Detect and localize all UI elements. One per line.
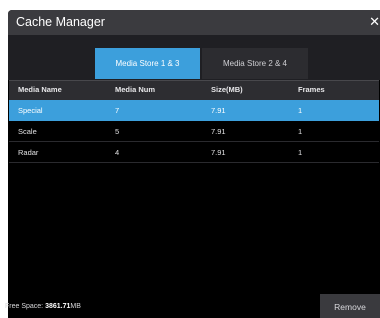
- cell-media-name: Scale: [18, 127, 37, 136]
- media-table: Media Name Media Num Size(MB) Frames Spe…: [9, 80, 379, 294]
- cell-size: 7.91: [211, 106, 226, 115]
- dialog-title: Cache Manager: [16, 15, 105, 29]
- cell-media-name: Radar: [18, 148, 39, 157]
- cell-media-num: 4: [115, 148, 120, 157]
- cell-media-num: 7: [115, 106, 120, 115]
- free-space-readout: Free Space: 3861.71MB: [5, 303, 81, 310]
- table-header: Media Name Media Num Size(MB) Frames: [9, 80, 379, 100]
- column-header-size[interactable]: Size(MB): [211, 85, 243, 94]
- column-header-media-num[interactable]: Media Num: [115, 85, 155, 94]
- column-header-media-name[interactable]: Media Name: [18, 85, 62, 94]
- tab-bar: Media Store 1 & 3 Media Store 2 & 4: [8, 35, 380, 80]
- remove-button[interactable]: Remove: [320, 294, 380, 318]
- tab-media-store-2-4[interactable]: Media Store 2 & 4: [202, 48, 308, 79]
- cell-size: 7.91: [211, 127, 226, 136]
- cell-frames: 1: [298, 106, 303, 115]
- cell-media-num: 5: [115, 127, 120, 136]
- cell-size: 7.91: [211, 148, 226, 157]
- free-space-value: 3861.71: [45, 303, 71, 310]
- table-row[interactable]: Radar 4 7.91 1: [9, 142, 379, 163]
- cell-frames: 1: [298, 127, 303, 136]
- table-row[interactable]: Special 7 7.91 1: [9, 100, 379, 121]
- free-space-label: Free Space:: [5, 303, 44, 310]
- footer: Free Space: 3861.71MB Remove: [5, 294, 380, 318]
- cell-frames: 1: [298, 148, 303, 157]
- tab-media-store-1-3[interactable]: Media Store 1 & 3: [95, 48, 200, 79]
- table-row[interactable]: Scale 5 7.91 1: [9, 121, 379, 142]
- cache-manager-dialog: Cache Manager ✕ Media Store 1 & 3 Media …: [5, 10, 380, 318]
- free-space-unit: MB: [70, 303, 81, 310]
- cell-media-name: Special: [18, 106, 43, 115]
- title-bar: Cache Manager ✕: [8, 10, 380, 35]
- close-icon[interactable]: ✕: [368, 13, 380, 31]
- column-header-frames[interactable]: Frames: [298, 85, 325, 94]
